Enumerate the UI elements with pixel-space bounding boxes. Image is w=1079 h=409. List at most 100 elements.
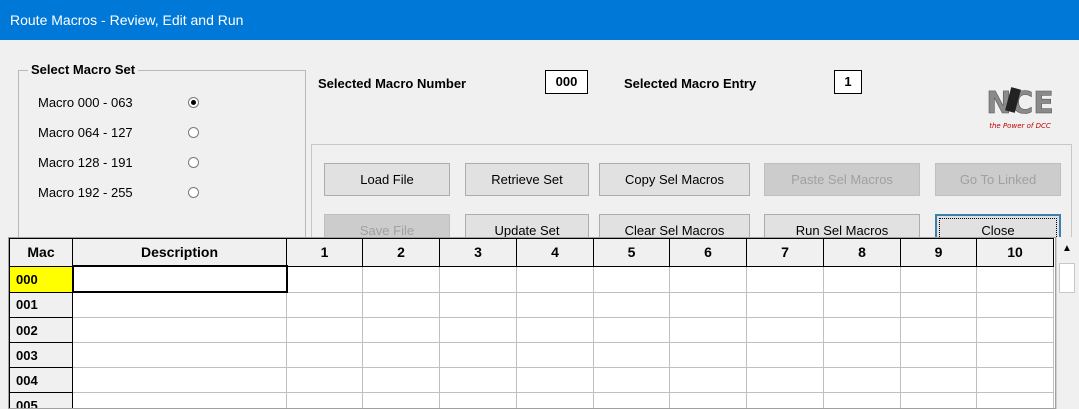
scroll-up-arrow-icon[interactable]: ▲ [1057,237,1077,261]
selected-macro-entry-field[interactable]: 1 [834,70,862,94]
macro-entry-cell[interactable] [362,265,440,293]
radio-button[interactable] [188,157,199,168]
macro-entry-cell[interactable] [669,291,747,318]
table-row[interactable]: 000 [9,265,1054,293]
column-header-entry-1[interactable]: 1 [286,238,363,267]
column-header-entry-8[interactable]: 8 [823,238,901,267]
row-header-mac[interactable]: 001 [9,291,73,318]
macro-entry-cell[interactable] [516,317,594,343]
column-header-mac[interactable]: Mac [9,238,73,267]
column-header-description[interactable]: Description [72,238,287,267]
macro-entry-cell[interactable] [362,367,440,393]
macro-entry-cell[interactable] [593,392,670,408]
macro-entry-cell[interactable] [286,342,363,368]
radio-button[interactable] [188,127,199,138]
macro-entry-cell[interactable] [746,392,824,408]
copy-sel-macros-button[interactable]: Copy Sel Macros [599,163,750,196]
macro-set-option-064-127[interactable]: Macro 064 - 127 [38,125,199,140]
table-row[interactable]: 003 [9,342,1054,368]
macro-entry-cell[interactable] [669,342,747,368]
macro-entry-cell[interactable] [516,265,594,293]
macro-entry-cell[interactable] [746,342,824,368]
go-to-linked-button[interactable]: Go To Linked [935,163,1061,196]
macro-entry-cell[interactable] [516,291,594,318]
macro-set-option-000-063[interactable]: Macro 000 - 063 [38,95,199,110]
macro-entry-cell[interactable] [439,317,517,343]
macro-entry-cell[interactable] [286,317,363,343]
row-header-mac[interactable]: 002 [9,317,73,343]
macro-entry-cell[interactable] [286,367,363,393]
macro-entry-cell[interactable] [976,342,1054,368]
description-cell[interactable] [72,367,287,393]
macro-entry-cell[interactable] [976,265,1054,293]
macro-entry-cell[interactable] [823,392,901,408]
radio-button[interactable] [188,187,199,198]
macro-entry-cell[interactable] [439,291,517,318]
macro-entry-cell[interactable] [746,265,824,293]
column-header-entry-7[interactable]: 7 [746,238,824,267]
macro-entry-cell[interactable] [593,265,670,293]
macro-entry-cell[interactable] [669,317,747,343]
macro-entry-cell[interactable] [593,291,670,318]
macro-grid[interactable]: Mac Description 1 2 3 4 5 6 7 8 9 10 000… [8,237,1056,409]
macro-entry-cell[interactable] [362,342,440,368]
macro-entry-cell[interactable] [516,367,594,393]
macro-entry-cell[interactable] [593,342,670,368]
macro-entry-cell[interactable] [823,342,901,368]
row-header-mac[interactable]: 004 [9,367,73,393]
macro-entry-cell[interactable] [823,317,901,343]
table-row[interactable]: 004 [9,367,1054,393]
scrollbar-thumb[interactable] [1059,263,1075,293]
macro-entry-cell[interactable] [362,392,440,408]
macro-entry-cell[interactable] [669,265,747,293]
description-cell[interactable] [72,291,287,318]
macro-entry-cell[interactable] [669,367,747,393]
macro-entry-cell[interactable] [900,265,977,293]
column-header-entry-10[interactable]: 10 [976,238,1054,267]
column-header-entry-6[interactable]: 6 [669,238,747,267]
column-header-entry-2[interactable]: 2 [362,238,440,267]
description-cell[interactable] [71,265,288,293]
macro-entry-cell[interactable] [746,291,824,318]
row-header-mac[interactable]: 003 [9,342,73,368]
macro-entry-cell[interactable] [900,342,977,368]
table-row[interactable]: 002 [9,317,1054,343]
column-header-entry-5[interactable]: 5 [593,238,670,267]
macro-entry-cell[interactable] [823,291,901,318]
macro-entry-cell[interactable] [900,392,977,408]
description-cell[interactable] [72,317,287,343]
macro-entry-cell[interactable] [976,367,1054,393]
column-header-entry-4[interactable]: 4 [516,238,594,267]
macro-entry-cell[interactable] [823,265,901,293]
selected-macro-number-field[interactable]: 000 [545,70,588,94]
table-row[interactable]: 005 [9,392,1054,408]
macro-entry-cell[interactable] [516,392,594,408]
row-header-mac[interactable]: 005 [9,392,73,408]
description-cell[interactable] [72,342,287,368]
macro-entry-cell[interactable] [439,342,517,368]
paste-sel-macros-button[interactable]: Paste Sel Macros [764,163,920,196]
macro-entry-cell[interactable] [439,265,517,293]
retrieve-set-button[interactable]: Retrieve Set [465,163,589,196]
macro-entry-cell[interactable] [362,291,440,318]
macro-entry-cell[interactable] [976,317,1054,343]
macro-entry-cell[interactable] [516,342,594,368]
macro-entry-cell[interactable] [746,317,824,343]
macro-entry-cell[interactable] [286,392,363,408]
macro-entry-cell[interactable] [593,367,670,393]
macro-entry-cell[interactable] [362,317,440,343]
macro-entry-cell[interactable] [900,367,977,393]
macro-entry-cell[interactable] [439,367,517,393]
description-cell[interactable] [72,392,287,408]
radio-button[interactable] [188,97,199,108]
macro-entry-cell[interactable] [976,291,1054,318]
macro-entry-cell[interactable] [286,265,363,293]
row-header-mac[interactable]: 000 [9,265,73,293]
macro-set-option-128-191[interactable]: Macro 128 - 191 [38,155,199,170]
column-header-entry-3[interactable]: 3 [439,238,517,267]
macro-entry-cell[interactable] [593,317,670,343]
macro-entry-cell[interactable] [669,392,747,408]
macro-entry-cell[interactable] [746,367,824,393]
table-row[interactable]: 001 [9,291,1054,318]
macro-entry-cell[interactable] [900,317,977,343]
